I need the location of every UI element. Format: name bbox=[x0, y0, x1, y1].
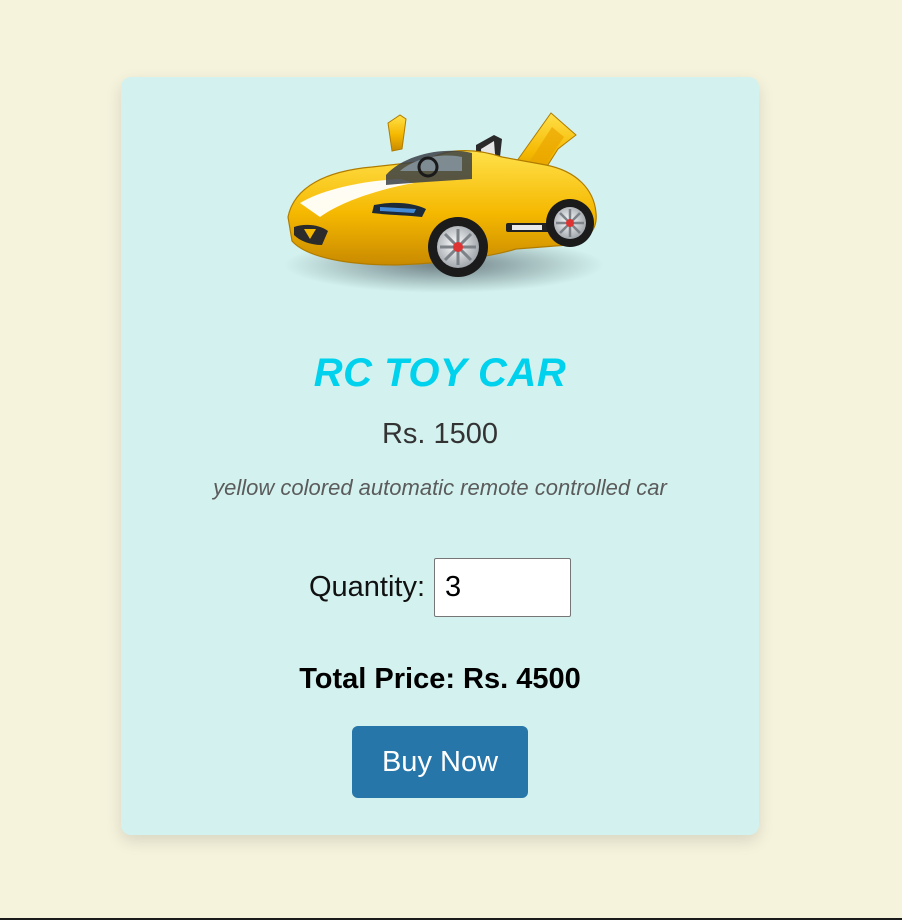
total-price: Total Price: Rs. 4500 bbox=[299, 663, 581, 695]
quantity-label: Quantity: bbox=[308, 571, 426, 603]
quantity-input[interactable] bbox=[434, 558, 572, 617]
quantity-row: Quantity: bbox=[121, 558, 759, 617]
product-card: RC TOY CAR Rs. 1500 yellow colored autom… bbox=[121, 77, 759, 835]
product-description: yellow colored automatic remote controll… bbox=[213, 475, 667, 500]
product-price: Rs. 1500 bbox=[381, 418, 499, 450]
buy-now-button[interactable]: Buy Now bbox=[352, 726, 528, 798]
product-image bbox=[284, 112, 604, 293]
product-title: RC TOY CAR bbox=[313, 351, 567, 395]
